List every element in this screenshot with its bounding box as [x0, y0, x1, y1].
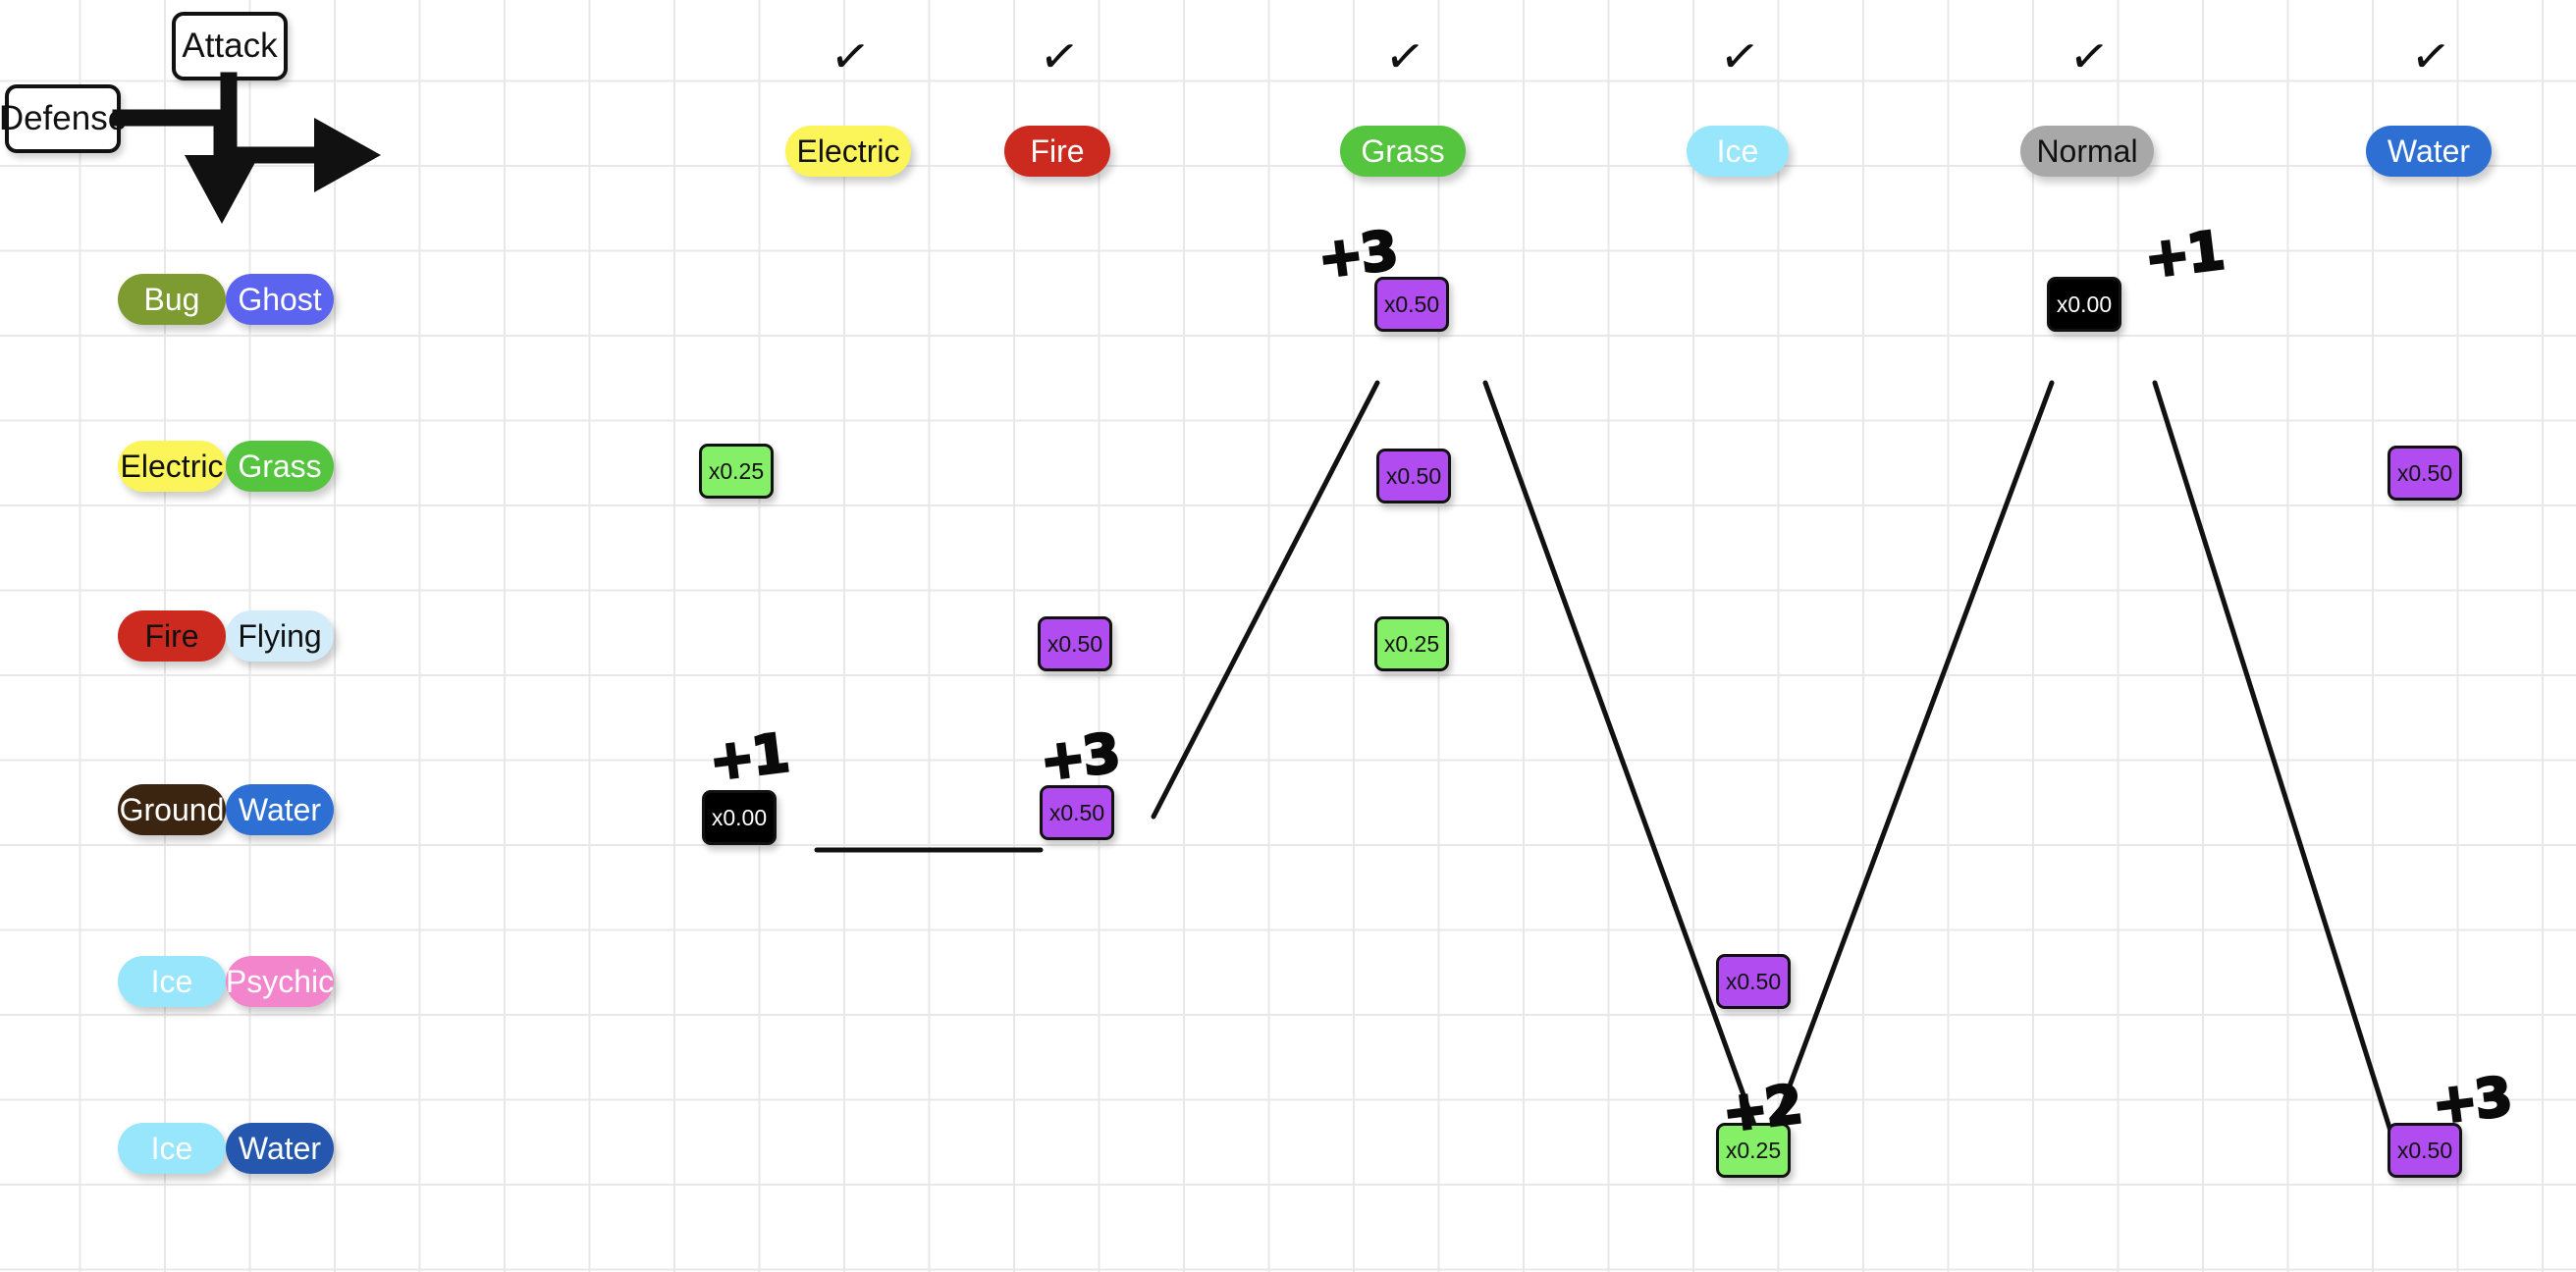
row-label-bug-ghost-right[interactable]: Ghost — [226, 274, 334, 325]
value-cell-electric-ground-water[interactable]: x0.00 — [702, 790, 777, 845]
column-header-label: Electric — [796, 132, 900, 169]
anno-normal-top: +1 — [2140, 218, 2227, 292]
value-cell-label: x0.50 — [2396, 1137, 2453, 1163]
defense-arrow-path — [112, 109, 231, 181]
value-cell-grass-bug-ghost[interactable]: x0.50 — [1374, 277, 1449, 332]
line-grass-to-ice — [1482, 380, 1765, 1149]
value-cell-label: x0.50 — [1383, 291, 1440, 317]
column-header-grass[interactable]: Grass — [1340, 126, 1466, 177]
column-header-ice[interactable]: Ice — [1687, 126, 1789, 177]
column-header-label: Water — [2387, 132, 2471, 169]
row-label-ice-psychic-left[interactable]: Ice — [118, 956, 226, 1007]
attack-arrow-path — [220, 72, 328, 164]
value-cell-fire-ground-water[interactable]: x0.50 — [1040, 785, 1114, 840]
column-header-water[interactable]: Water — [2366, 126, 2492, 177]
checkmark-icon-grass: ✓ — [1381, 26, 1428, 87]
defense-legend-box: Defense — [0, 84, 127, 153]
line-ice-to-normal — [1764, 380, 2055, 1149]
value-cell-label: x0.50 — [1046, 630, 1103, 657]
value-cell-label: x0.25 — [708, 457, 765, 484]
diagram-canvas: Attack Defense ✓ ✓ ✓ ✓ ✓ ✓ Electric Fire Grass I… — [0, 0, 2576, 1272]
value-cell-label: x0.50 — [1048, 799, 1105, 825]
value-cell-fire-fire-flying[interactable]: x0.50 — [1038, 616, 1112, 671]
value-cell-electric-electric-grass[interactable]: x0.25 — [699, 444, 774, 499]
checkmark-icon-electric: ✓ — [827, 26, 874, 87]
row-label-text: Ice — [150, 963, 193, 999]
anno-ice-bottom: +2 — [1718, 1072, 1805, 1145]
value-cell-normal-bug-ghost[interactable]: x0.00 — [2047, 277, 2121, 332]
value-cell-label: x0.00 — [711, 804, 768, 830]
checkmark-icon-water: ✓ — [2407, 26, 2454, 87]
row-label-bug-ghost-left[interactable]: Bug — [118, 274, 226, 325]
value-cell-label: x0.50 — [1725, 968, 1782, 994]
row-label-text: Bug — [143, 281, 200, 317]
column-header-normal[interactable]: Normal — [2020, 126, 2154, 177]
row-label-text: Ice — [150, 1130, 193, 1166]
column-header-electric[interactable]: Electric — [785, 126, 911, 177]
row-label-text: Water — [238, 791, 322, 827]
anno-grass-top: +3 — [1314, 218, 1401, 292]
column-header-label: Ice — [1716, 132, 1759, 169]
row-label-ground-water-left[interactable]: Ground — [118, 784, 226, 835]
row-label-text: Psychic — [225, 963, 335, 999]
column-header-label: Normal — [2036, 132, 2138, 169]
value-cell-label: x0.50 — [1385, 462, 1442, 489]
row-label-text: Grass — [238, 448, 322, 484]
row-label-electric-grass-left[interactable]: Electric — [118, 441, 226, 492]
anno-fire-ground: +3 — [1036, 720, 1123, 794]
column-header-label: Fire — [1030, 132, 1085, 169]
row-label-ice-psychic-right[interactable]: Psychic — [226, 956, 334, 1007]
row-label-text: Ground — [119, 791, 225, 827]
value-cell-grass-electric-grass[interactable]: x0.50 — [1376, 449, 1451, 504]
checkmark-icon-fire: ✓ — [1036, 26, 1083, 87]
anno-electric-ground: +1 — [705, 720, 792, 794]
value-cell-label: x0.00 — [2056, 291, 2113, 317]
column-header-fire[interactable]: Fire — [1004, 126, 1110, 177]
row-label-text: Ghost — [238, 281, 322, 317]
arrow-down-icon — [185, 155, 259, 224]
row-label-fire-flying-right[interactable]: Flying — [226, 610, 334, 662]
row-label-ground-water-right[interactable]: Water — [226, 784, 334, 835]
column-header-label: Grass — [1361, 132, 1445, 169]
row-label-text: Fire — [144, 617, 199, 654]
row-label-text: Flying — [238, 617, 322, 654]
value-cell-grass-fire-flying[interactable]: x0.25 — [1374, 616, 1449, 671]
row-label-fire-flying-left[interactable]: Fire — [118, 610, 226, 662]
attack-legend-box: Attack — [172, 12, 288, 80]
line-fire-to-grass — [1151, 380, 1380, 820]
checkmark-icon-ice: ✓ — [1716, 26, 1763, 87]
row-label-text: Electric — [120, 448, 224, 484]
connector-lines-layer — [814, 380, 2398, 1149]
anno-water-bottom: +3 — [2428, 1064, 2515, 1138]
value-cell-label: x0.50 — [2396, 459, 2453, 486]
attack-legend-label: Attack — [182, 26, 278, 65]
value-cell-water-electric-grass[interactable]: x0.50 — [2388, 446, 2462, 501]
legend-arrows-layer — [112, 72, 381, 224]
row-label-electric-grass-right[interactable]: Grass — [226, 441, 334, 492]
row-label-text: Water — [238, 1130, 322, 1166]
checkmark-icon-normal: ✓ — [2066, 26, 2113, 87]
row-label-ice-water-right[interactable]: Water — [226, 1123, 334, 1174]
value-cell-ice-ice-psychic[interactable]: x0.50 — [1716, 954, 1791, 1009]
row-label-ice-water-left[interactable]: Ice — [118, 1123, 226, 1174]
line-normal-to-water — [2152, 380, 2398, 1149]
defense-legend-label: Defense — [0, 99, 128, 137]
arrow-right-icon — [314, 118, 381, 192]
value-cell-label: x0.25 — [1383, 630, 1440, 657]
